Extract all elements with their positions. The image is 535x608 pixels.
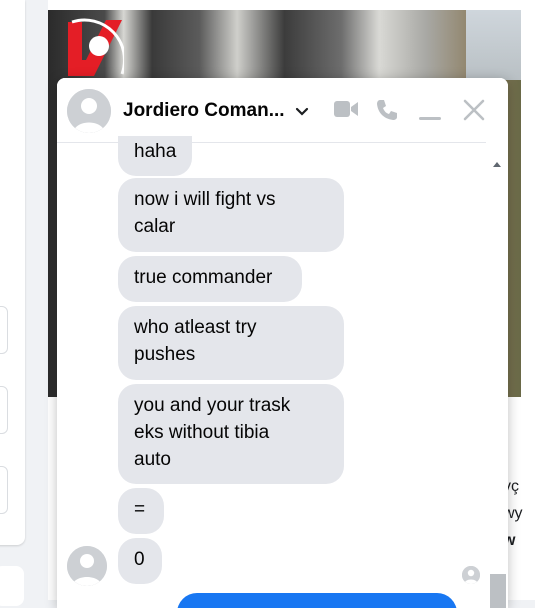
seen-avatar xyxy=(462,566,480,584)
sender-avatar[interactable] xyxy=(67,546,107,586)
left-sidebar-card[interactable] xyxy=(0,466,8,514)
message-text: pushes xyxy=(134,344,196,365)
video-call-icon[interactable] xyxy=(333,98,359,125)
message-text: eks without tibia xyxy=(134,422,270,443)
message-bubble[interactable]: = xyxy=(118,488,164,534)
page-logo xyxy=(64,10,127,80)
left-sidebar-panel xyxy=(0,0,25,545)
scrollbar[interactable] xyxy=(486,142,508,608)
left-sidebar-card[interactable] xyxy=(0,566,24,606)
chevron-down-icon[interactable] xyxy=(295,104,309,122)
scroll-up-icon[interactable] xyxy=(493,154,501,172)
phone-icon[interactable] xyxy=(375,98,399,127)
message-text: true commander xyxy=(134,267,273,288)
message-bubble[interactable]: true commander xyxy=(118,256,302,302)
chat-header: Jordiero Coman... xyxy=(57,78,508,143)
message-text: calar xyxy=(134,216,176,237)
minimize-icon[interactable] xyxy=(419,108,441,126)
message-text: = xyxy=(134,499,146,520)
message-text: now i will fight vs xyxy=(134,189,276,210)
message-text: you and your trask xyxy=(134,395,291,416)
message-bubble[interactable]: 0 xyxy=(118,538,162,584)
contact-name[interactable]: Jordiero Coman... xyxy=(123,100,285,122)
scrollbar-thumb[interactable] xyxy=(490,574,506,608)
message-bubble[interactable]: who atleast try pushes xyxy=(118,306,344,380)
message-bubble[interactable]: haha xyxy=(118,136,193,176)
left-sidebar-card[interactable] xyxy=(0,306,8,354)
message-text: haha xyxy=(134,141,177,162)
message-text: 0 xyxy=(134,549,145,570)
message-bubble[interactable]: now i will fight vs calar xyxy=(118,178,344,252)
message-text: auto xyxy=(134,449,171,470)
contact-avatar[interactable] xyxy=(67,89,111,133)
close-icon[interactable] xyxy=(462,98,486,127)
chat-window: Jordiero Coman... haha now i will fight xyxy=(57,78,508,608)
message-text: who atleast try xyxy=(134,317,257,338)
post-photo-sky xyxy=(466,10,521,80)
outgoing-message-bubble[interactable] xyxy=(177,593,457,608)
message-bubble[interactable]: you and your trask eks without tibia aut… xyxy=(118,384,344,484)
left-sidebar-card[interactable] xyxy=(0,386,8,434)
message-list[interactable]: haha now i will fight vs calar true comm… xyxy=(57,136,508,608)
